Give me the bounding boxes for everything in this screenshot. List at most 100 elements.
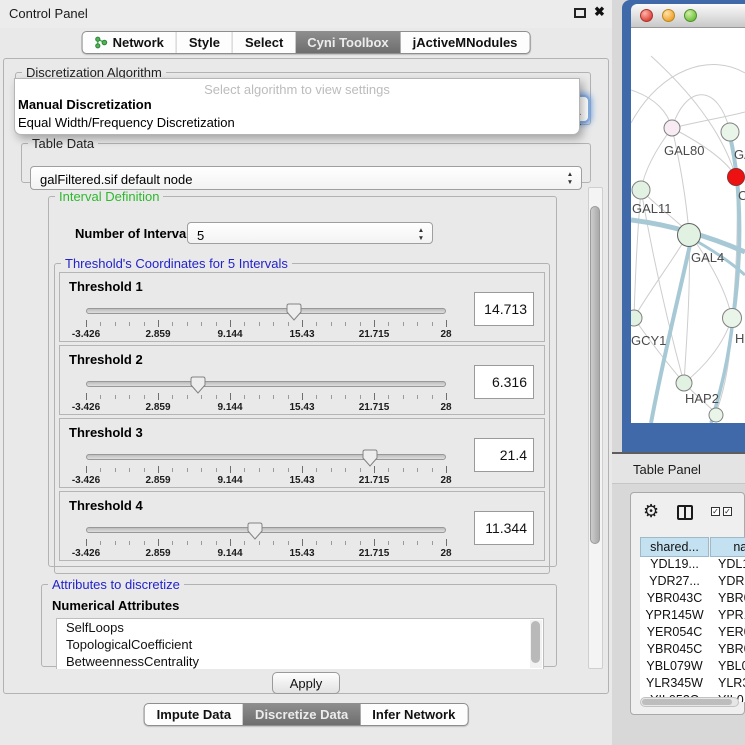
table-row[interactable]: YDL19...YDL1	[640, 557, 745, 574]
attributes-list-scrollbar[interactable]	[530, 620, 542, 668]
slider-ticks	[86, 539, 446, 547]
slider-ticks	[86, 320, 446, 328]
network-canvas[interactable]: GAL80 GA C GAL11 GAL4 GCY1 H HAP2	[631, 28, 745, 423]
tab-select[interactable]: Select	[232, 32, 295, 53]
threshold-slider[interactable]: -3.4262.8599.14415.4321.71528	[86, 376, 446, 414]
table-cell[interactable]: YDR27...	[640, 574, 709, 591]
slider-axis-labels: -3.4262.8599.14415.4321.71528	[86, 475, 446, 487]
table-cell[interactable]: YDL1	[709, 557, 745, 574]
threshold-slider[interactable]: -3.4262.8599.14415.4321.71528	[86, 522, 446, 560]
table-cell[interactable]: YER054C	[640, 625, 709, 642]
table-row[interactable]: YPR145WYPR1	[640, 608, 745, 625]
threshold-value-input[interactable]	[474, 292, 534, 326]
table-cell[interactable]: YBL0	[709, 659, 745, 676]
tab-impute-data[interactable]: Impute Data	[145, 704, 243, 725]
table-cell[interactable]: YBR043C	[640, 591, 709, 608]
numerical-attributes-label: Numerical Attributes	[52, 598, 179, 613]
table-panel-window: ⚙ ✓ ✓ shared... name YDL19...YDL1YDR27..…	[630, 492, 745, 715]
slider-track[interactable]	[86, 454, 446, 460]
table-cell[interactable]: YBR045C	[640, 642, 709, 659]
table-cell[interactable]: YBR0	[709, 642, 745, 659]
table-cell[interactable]: YPR1	[709, 608, 745, 625]
combo-arrows-icon: ▲▼	[416, 227, 426, 243]
node-gal4	[678, 224, 701, 247]
tab-label: Network	[113, 35, 164, 50]
tab-discretize-data[interactable]: Discretize Data	[243, 704, 360, 725]
minimize-window-icon[interactable]	[662, 9, 675, 22]
node-partial-top-right	[721, 123, 739, 141]
right-dock: GAL80 GA C GAL11 GAL4 GCY1 H HAP2 Table …	[612, 0, 745, 745]
slider-handle-icon[interactable]	[286, 303, 302, 321]
table-cell[interactable]: YPR145W	[640, 608, 709, 625]
slider-handle-icon[interactable]	[362, 449, 378, 467]
dropdown-item-equal-width-frequency[interactable]: Equal Width/Frequency Discretization	[15, 114, 579, 132]
table-row[interactable]: YDR27...YDR2	[640, 574, 745, 591]
threshold-label: Threshold 1	[69, 279, 143, 294]
tab-infer-network[interactable]: Infer Network	[360, 704, 467, 725]
node-label: C	[738, 188, 745, 203]
table-row[interactable]: YBL079WYBL0	[640, 659, 745, 676]
tab-cyni-toolbox[interactable]: Cyni Toolbox	[295, 32, 400, 53]
slider-handle-icon[interactable]	[190, 376, 206, 394]
slider-track[interactable]	[86, 527, 446, 533]
attribute-item[interactable]: SelfLoops	[57, 619, 543, 636]
table-cell[interactable]: YDR2	[709, 574, 745, 591]
node-gal11	[632, 181, 650, 199]
attribute-item[interactable]: BetweennessCentrality	[57, 653, 543, 669]
table-cell[interactable]: YLR345W	[640, 676, 709, 693]
apply-button[interactable]: Apply	[272, 672, 340, 694]
tab-network[interactable]: Network	[83, 32, 176, 53]
checkbox-icon[interactable]: ✓	[723, 507, 732, 516]
number-of-intervals-combobox[interactable]: 5 ▲▼	[187, 222, 433, 244]
threshold-value-input[interactable]	[474, 511, 534, 545]
table-row[interactable]: YBR043CYBR0	[640, 591, 745, 608]
scrollbar-thumb[interactable]	[642, 699, 732, 705]
network-window-titlebar[interactable]	[631, 4, 745, 28]
gear-icon[interactable]: ⚙	[643, 501, 659, 522]
dropdown-item-manual-discretization[interactable]: Manual Discretization	[15, 96, 579, 114]
scrollbar-thumb[interactable]	[590, 206, 600, 544]
slider-ticks	[86, 466, 446, 474]
panel-title: Control Panel	[9, 6, 88, 21]
network-icon	[95, 36, 108, 49]
table-cell[interactable]: YLR3	[709, 676, 745, 693]
threshold-slider[interactable]: -3.4262.8599.14415.4321.71528	[86, 449, 446, 487]
table-row[interactable]: YER054CYER0	[640, 625, 745, 642]
settings-vertical-scrollbar[interactable]	[588, 187, 603, 669]
node-gal80	[664, 120, 680, 136]
threshold-panel: Threshold 4 -3.4262.8599.14415.4321.7152…	[59, 491, 545, 561]
node-label: H	[735, 331, 744, 346]
slider-handle-icon[interactable]	[247, 522, 263, 540]
table-row[interactable]: YBR045CYBR0	[640, 642, 745, 659]
table-row[interactable]: YLR345WYLR3	[640, 676, 745, 693]
threshold-value-input[interactable]	[474, 438, 534, 472]
checkbox-icons[interactable]: ✓ ✓	[711, 507, 732, 516]
close-window-icon[interactable]	[640, 9, 653, 22]
threshold-value-input[interactable]	[474, 365, 534, 399]
table-cell[interactable]: YDL19...	[640, 557, 709, 574]
float-panel-icon[interactable]	[574, 8, 586, 18]
checkbox-icon[interactable]: ✓	[711, 507, 720, 516]
numerical-attributes-list[interactable]: SelfLoopsTopologicalCoefficientBetweenne…	[56, 618, 544, 669]
slider-track[interactable]	[86, 308, 446, 314]
table-data-selected-value: galFiltered.sif default node	[40, 172, 192, 187]
table-cell[interactable]: YER0	[709, 625, 745, 642]
attribute-item[interactable]: TopologicalCoefficient	[57, 636, 543, 653]
column-header-shared-name[interactable]: shared...	[640, 537, 709, 557]
slider-track[interactable]	[86, 381, 446, 387]
table-horizontal-scrollbar[interactable]	[640, 697, 739, 707]
threshold-panel: Threshold 3 -3.4262.8599.14415.4321.7152…	[59, 418, 545, 488]
number-of-intervals-value: 5	[197, 228, 204, 243]
close-panel-icon[interactable]: ✖	[594, 4, 605, 20]
threshold-slider[interactable]: -3.4262.8599.14415.4321.71528	[86, 303, 446, 341]
column-header-name[interactable]: name	[710, 537, 745, 557]
node-label: GA	[734, 147, 745, 162]
tab-style[interactable]: Style	[176, 32, 232, 53]
table-cell[interactable]: YBL079W	[640, 659, 709, 676]
table-panel-title: Table Panel	[633, 462, 701, 477]
split-columns-icon[interactable]	[677, 505, 693, 520]
attributes-fieldset: Attributes to discretize Numerical Attri…	[41, 577, 557, 667]
zoom-window-icon[interactable]	[684, 9, 697, 22]
tab-jactivemnodules[interactable]: jActiveMNodules	[401, 32, 530, 53]
table-cell[interactable]: YBR0	[709, 591, 745, 608]
